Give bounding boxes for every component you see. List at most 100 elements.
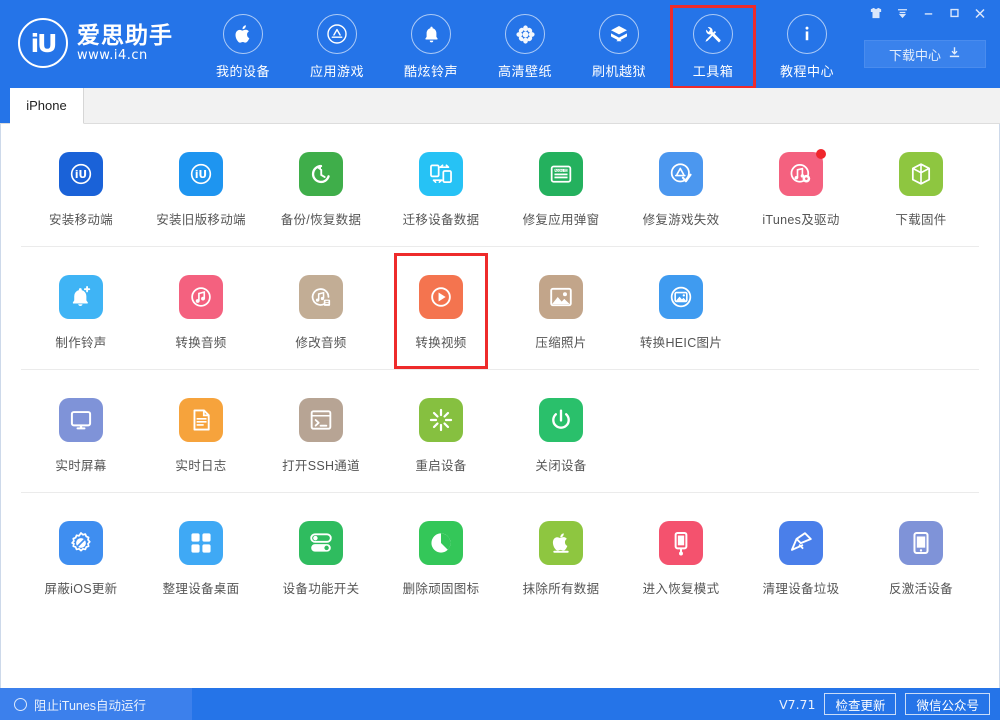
toolbox-item-label: 清理设备垃圾 [762, 582, 840, 596]
toolbox-item[interactable]: 实时日志 [141, 392, 261, 478]
wechat-official-button[interactable]: 微信公众号 [905, 693, 990, 715]
toolbox-item[interactable]: iU 安装移动端 [21, 146, 141, 232]
minimize-icon[interactable] [916, 3, 940, 23]
toolbox-item[interactable]: 转换视频 [381, 253, 501, 369]
toolbox-item[interactable]: Apple ID 修复应用弹窗 [501, 146, 621, 232]
organize-desktop-icon [179, 521, 223, 565]
toolbox-item[interactable]: 抹除所有数据 [501, 515, 621, 601]
toolbox-item-label: 反激活设备 [888, 582, 953, 596]
toolbox-item[interactable]: iU 安装旧版移动端 [141, 146, 261, 232]
tab-iphone[interactable]: iPhone [10, 88, 84, 124]
toolbox-item-label: 压缩照片 [535, 336, 587, 350]
make-ringtone-icon [59, 275, 103, 319]
live-screen-icon [59, 398, 103, 442]
toolbox-item-label: 修复游戏失效 [642, 213, 720, 227]
skin-icon[interactable] [864, 3, 888, 23]
toolbox-item-label: 打开SSH通道 [282, 459, 360, 473]
clean-junk-icon [779, 521, 823, 565]
erase-data-icon [539, 521, 583, 565]
deactivate-device-icon [899, 521, 943, 565]
toolbox-grid: iU 安装移动端 iU 安装旧版移动端 备份/恢复数据 迁移设备数据 Apple ID 修复应… [0, 124, 1000, 688]
ssh-terminal-icon [299, 398, 343, 442]
nav-label: 刷机越狱 [591, 64, 646, 79]
nav-label: 我的设备 [215, 64, 270, 79]
toolbox-item-label: 整理设备桌面 [162, 582, 240, 596]
block-itunes-toggle[interactable]: 阻止iTunes自动运行 [0, 688, 192, 720]
toolbox-item-label: 进入恢复模式 [642, 582, 720, 596]
toolbox-item-label: 转换HEIC图片 [639, 336, 723, 350]
toolbox-item[interactable]: 下载固件 [861, 146, 981, 232]
toolbox-item[interactable]: 迁移设备数据 [381, 146, 501, 232]
tools-icon [693, 14, 733, 54]
toolbox-item[interactable]: iTunes及驱动 [741, 146, 861, 232]
toolbox-row: 屏蔽iOS更新 整理设备桌面 设备功能开关 删除顽固图标 抹除所有数据 进入恢复模式 清理设… [21, 493, 979, 615]
tab-label: iPhone [26, 98, 67, 113]
nav-item-apps-games[interactable]: 应用游戏 [290, 8, 384, 82]
apple-id-card-icon: Apple ID [539, 152, 583, 196]
nav-item-ringtones[interactable]: 酷炫铃声 [384, 8, 478, 82]
firmware-box-icon [899, 152, 943, 196]
toolbox-item[interactable]: 制作铃声 [21, 269, 141, 355]
recovery-mode-icon [659, 521, 703, 565]
check-update-label: 检查更新 [835, 698, 886, 713]
status-right-group: V7.71 检查更新 微信公众号 [779, 688, 990, 720]
toolbox-item[interactable]: 反激活设备 [861, 515, 981, 601]
toolbox-item[interactable]: 转换音频 [141, 269, 261, 355]
download-center-label: 下载中心 [888, 47, 941, 63]
info-icon [787, 14, 827, 54]
check-update-button[interactable]: 检查更新 [824, 693, 897, 715]
brand-name: 爱思助手 [77, 22, 173, 48]
toolbox-item-label: 实时屏幕 [55, 459, 107, 473]
restart-device-icon [419, 398, 463, 442]
toolbox-item[interactable]: 关闭设备 [501, 392, 621, 478]
migrate-data-icon [419, 152, 463, 196]
toolbox-item-label: 重启设备 [415, 459, 467, 473]
version-label: V7.71 [779, 696, 816, 712]
nav-item-toolbox[interactable]: 工具箱 [666, 5, 760, 89]
toolbox-item[interactable]: 清理设备垃圾 [741, 515, 861, 601]
nav-item-flash-jailbreak[interactable]: 刷机越狱 [572, 8, 666, 82]
toolbox-item-label: iTunes及驱动 [762, 213, 840, 227]
toolbox-item-label: 制作铃声 [55, 336, 107, 350]
toolbox-item[interactable]: 设备功能开关 [261, 515, 381, 601]
toolbox-item[interactable]: 整理设备桌面 [141, 515, 261, 601]
nav-item-my-device[interactable]: 我的设备 [196, 8, 290, 82]
bell-icon [411, 14, 451, 54]
download-center-button[interactable]: 下载中心 [864, 40, 986, 68]
toolbox-item[interactable]: 重启设备 [381, 392, 501, 478]
svg-text:Apple ID: Apple ID [555, 168, 568, 172]
toolbox-cell-empty [741, 269, 861, 355]
itunes-driver-icon [779, 149, 826, 196]
maximize-icon[interactable] [942, 3, 966, 23]
main-nav: 我的设备 应用游戏 酷炫铃声 高清壁纸 刷机越狱 工具箱 教程中心 [196, 5, 854, 89]
toolbox-row: iU 安装移动端 iU 安装旧版移动端 备份/恢复数据 迁移设备数据 Apple ID 修复应… [21, 124, 979, 247]
svg-text:iU: iU [195, 169, 207, 181]
brand-url: www.i4.cn [77, 48, 148, 63]
toolbox-item[interactable]: 屏蔽iOS更新 [21, 515, 141, 601]
toolbox-cell-empty [621, 392, 741, 478]
toolbox-item-label: 安装旧版移动端 [156, 213, 246, 227]
window-controls [864, 3, 992, 23]
delete-stubborn-icon [419, 521, 463, 565]
toolbox-item[interactable]: 进入恢复模式 [621, 515, 741, 601]
toolbox-item[interactable]: 实时屏幕 [21, 392, 141, 478]
close-icon[interactable] [968, 3, 992, 23]
toolbox-item[interactable]: 压缩照片 [501, 269, 621, 355]
menu-dropdown-icon[interactable] [890, 3, 914, 23]
toolbox-item[interactable]: 备份/恢复数据 [261, 146, 381, 232]
toolbox-item-label: 实时日志 [175, 459, 227, 473]
toolbox-item[interactable]: 修改音频 [261, 269, 381, 355]
download-icon [948, 46, 961, 62]
toolbox-item-label: 修复应用弹窗 [522, 213, 600, 227]
nav-item-tutorials[interactable]: 教程中心 [760, 8, 854, 82]
toolbox-item[interactable]: 修复游戏失效 [621, 146, 741, 232]
toolbox-item[interactable]: 转换HEIC图片 [621, 269, 741, 355]
toolbox-item-label: 屏蔽iOS更新 [44, 582, 118, 596]
toolbox-item[interactable]: 删除顽固图标 [381, 515, 501, 601]
feature-toggle-icon [299, 521, 343, 565]
toolbox-item-label: 修改音频 [295, 336, 347, 350]
nav-item-wallpapers[interactable]: 高清壁纸 [478, 8, 572, 82]
toolbox-item[interactable]: 打开SSH通道 [261, 392, 381, 478]
toolbox-item-label: 安装移动端 [48, 213, 113, 227]
i4-app-old-icon: iU [179, 152, 223, 196]
